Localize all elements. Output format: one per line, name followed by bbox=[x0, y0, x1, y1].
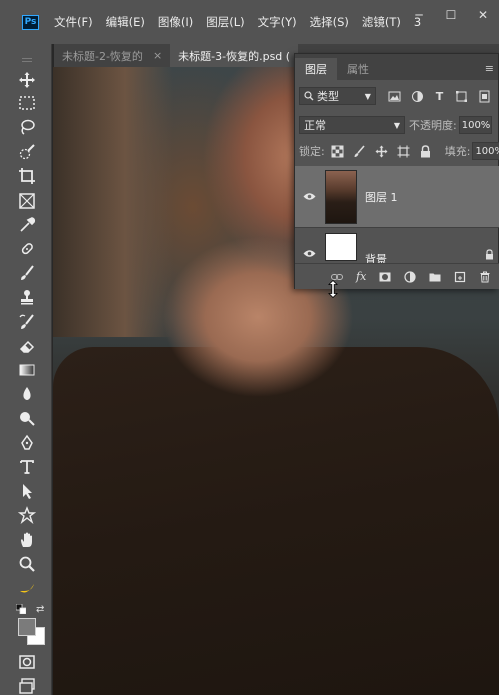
blend-mode-value: 正常 bbox=[304, 119, 326, 132]
pixel-filter-icon[interactable] bbox=[388, 89, 401, 103]
clone-stamp-tool-icon[interactable] bbox=[16, 287, 38, 307]
group-folder-icon[interactable] bbox=[429, 271, 441, 283]
layer-thumbnail bbox=[325, 169, 357, 224]
lock-label: 锁定: bbox=[299, 145, 325, 158]
fx-icon[interactable]: fx bbox=[356, 270, 366, 283]
layer-name[interactable]: 背景 bbox=[365, 251, 387, 263]
frame-tool-icon[interactable] bbox=[16, 191, 38, 211]
minimize-button[interactable]: ─ bbox=[403, 0, 435, 30]
fill-label: 填充: bbox=[444, 145, 471, 158]
eraser-tool-icon[interactable] bbox=[16, 336, 38, 356]
screen-mode-icon[interactable] bbox=[16, 676, 38, 695]
tab-document-2[interactable]: 未标题-2-恢复的 × bbox=[54, 44, 170, 67]
chevron-down-icon: ▼ bbox=[393, 120, 400, 130]
photoshop-logo[interactable]: Ps bbox=[22, 14, 39, 30]
eyedropper-tool-icon[interactable] bbox=[16, 215, 38, 235]
layer-mask-icon[interactable] bbox=[379, 271, 391, 283]
history-brush-tool-icon[interactable] bbox=[16, 312, 38, 332]
panel-tabs: 图层 属性 bbox=[295, 54, 498, 80]
photo-sweater bbox=[53, 347, 499, 695]
menu-type[interactable]: 文字(Y) bbox=[258, 14, 297, 30]
menu-image[interactable]: 图像(I) bbox=[158, 14, 193, 30]
zoom-tool-icon[interactable] bbox=[16, 554, 38, 574]
new-layer-icon[interactable] bbox=[454, 271, 466, 283]
adjustment-filter-icon[interactable] bbox=[410, 89, 423, 103]
move-tool-icon[interactable] bbox=[16, 70, 38, 90]
lock-all-icon[interactable] bbox=[419, 144, 432, 158]
lasso-tool-icon[interactable] bbox=[16, 117, 38, 137]
swap-colors-icon[interactable]: ⇄ bbox=[36, 604, 44, 615]
layer-row[interactable]: 图层 1 bbox=[295, 166, 499, 228]
pen-tool-icon[interactable] bbox=[16, 433, 38, 453]
type-filter-icon[interactable]: T bbox=[433, 89, 446, 103]
menu-edit[interactable]: 编辑(E) bbox=[106, 14, 145, 30]
tab-label: 未标题-3-恢复的.psd ( bbox=[178, 49, 291, 63]
menu-select[interactable]: 选择(S) bbox=[310, 14, 349, 30]
fill-input[interactable]: 100% bbox=[472, 142, 499, 160]
default-colors-icon[interactable] bbox=[16, 604, 26, 614]
quick-selection-tool-icon[interactable] bbox=[16, 142, 38, 162]
gradient-tool-icon[interactable] bbox=[16, 360, 38, 380]
quick-mask-icon[interactable] bbox=[16, 652, 38, 672]
opacity-input[interactable]: 100% bbox=[458, 116, 492, 134]
toolbar-grip[interactable] bbox=[22, 58, 32, 62]
lock-artboard-icon[interactable] bbox=[397, 144, 410, 158]
adjustment-layer-icon[interactable] bbox=[404, 270, 416, 283]
search-icon bbox=[304, 91, 314, 101]
marquee-tool-icon[interactable] bbox=[16, 93, 38, 113]
tools-panel: ⇄ bbox=[0, 44, 52, 695]
path-selection-tool-icon[interactable] bbox=[16, 481, 38, 501]
menu-filter[interactable]: 滤镜(T) bbox=[362, 14, 401, 30]
lock-position-icon[interactable] bbox=[375, 144, 388, 158]
tab-document-3[interactable]: 未标题-3-恢复的.psd ( bbox=[170, 44, 299, 67]
panel-menu-icon[interactable]: ≡ bbox=[485, 62, 494, 75]
menu-bar: Ps 文件(F) 编辑(E) 图像(I) 图层(L) 文字(Y) 选择(S) 滤… bbox=[0, 0, 499, 44]
shape-filter-icon[interactable] bbox=[455, 89, 468, 103]
dodge-tool-icon[interactable] bbox=[16, 408, 38, 428]
hand-tool-icon[interactable] bbox=[16, 530, 38, 550]
banana-icon[interactable] bbox=[16, 578, 38, 598]
lock-row: 锁定: 填充: 100% bbox=[295, 142, 499, 160]
lock-pixels-icon[interactable] bbox=[353, 144, 366, 158]
eye-icon[interactable] bbox=[295, 192, 323, 201]
layer-filter-dropdown[interactable]: 类型 ▼ bbox=[299, 87, 376, 105]
panel-footer: fx bbox=[295, 264, 499, 289]
layer-name[interactable]: 图层 1 bbox=[365, 189, 398, 205]
chevron-down-icon: ▼ bbox=[364, 91, 371, 101]
maximize-button[interactable]: ☐ bbox=[435, 0, 467, 30]
delete-layer-icon[interactable] bbox=[479, 271, 491, 283]
layer-thumbnail bbox=[325, 233, 357, 261]
tab-close-icon[interactable]: × bbox=[153, 49, 162, 62]
photo-hair bbox=[53, 67, 173, 337]
blur-tool-icon[interactable] bbox=[16, 384, 38, 404]
eye-icon[interactable] bbox=[295, 249, 323, 258]
healing-brush-tool-icon[interactable] bbox=[16, 239, 38, 259]
menu-layer[interactable]: 图层(L) bbox=[206, 14, 244, 30]
custom-shape-tool-icon[interactable] bbox=[16, 505, 38, 525]
close-button[interactable]: ✕ bbox=[467, 0, 499, 30]
lock-transparent-icon[interactable] bbox=[331, 144, 344, 158]
blend-mode-dropdown[interactable]: 正常 ▼ bbox=[299, 116, 405, 134]
layer-row[interactable]: 背景 bbox=[295, 229, 499, 264]
crop-tool-icon[interactable] bbox=[16, 166, 38, 186]
smart-object-filter-icon[interactable] bbox=[478, 89, 491, 103]
brush-tool-icon[interactable] bbox=[16, 263, 38, 283]
color-swatches: ⇄ bbox=[14, 604, 46, 648]
blend-row: 正常 ▼ 不透明度: 100% bbox=[295, 116, 499, 134]
window-controls: ─ ☐ ✕ bbox=[403, 0, 499, 44]
opacity-label: 不透明度: bbox=[409, 119, 457, 132]
type-tool-icon[interactable] bbox=[16, 457, 38, 477]
foreground-color-swatch[interactable] bbox=[18, 618, 36, 636]
menu-file[interactable]: 文件(F) bbox=[54, 14, 93, 30]
filter-label: 类型 bbox=[317, 90, 339, 103]
tab-label: 未标题-2-恢复的 bbox=[62, 49, 143, 63]
tab-layers[interactable]: 图层 bbox=[295, 58, 337, 80]
layers-panel: 图层 属性 ≡ 类型 ▼ T 正常 ▼ 不透明度: 100% 锁定: 填充: 1… bbox=[294, 53, 499, 289]
lock-icon bbox=[485, 249, 494, 263]
tab-properties[interactable]: 属性 bbox=[337, 58, 379, 80]
filter-row: 类型 ▼ T bbox=[295, 87, 499, 105]
resize-cursor-icon bbox=[328, 280, 338, 298]
